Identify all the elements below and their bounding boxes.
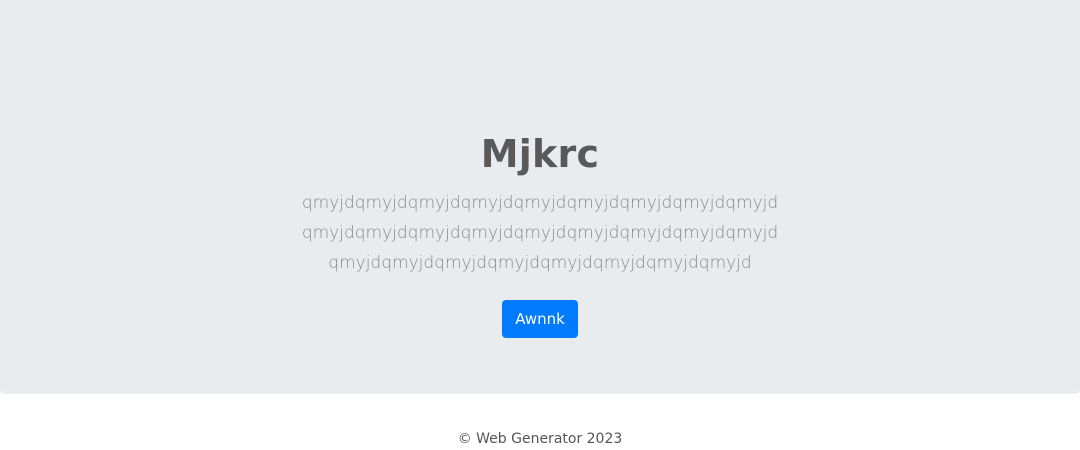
hero-title: Mjkrc (480, 132, 600, 176)
footer: © Web Generator 2023 (0, 394, 1080, 450)
hero-subtitle: qmyjdqmyjdqmyjdqmyjdqmyjdqmyjdqmyjdqmyjd… (301, 193, 779, 273)
hero-content: Mjkrc qmyjdqmyjdqmyjdqmyjdqmyjdqmyjdqmyj… (0, 128, 1080, 338)
footer-copyright: © Web Generator 2023 (457, 431, 623, 447)
hero-section: Mjkrc qmyjdqmyjdqmyjdqmyjdqmyjdqmyjdqmyj… (0, 0, 1080, 394)
page: Mjkrc qmyjdqmyjdqmyjdqmyjdqmyjdqmyjdqmyj… (0, 0, 1080, 450)
hero-cta-button[interactable]: Awnnk (502, 300, 578, 338)
